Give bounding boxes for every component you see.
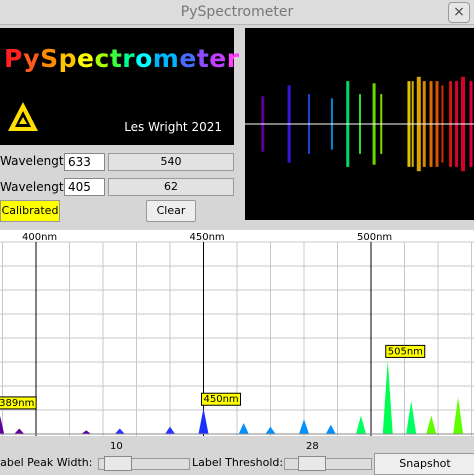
spectrum-peak [355, 415, 366, 434]
logo-title: PySpectrometer [4, 44, 240, 73]
spectrum-peak [406, 400, 417, 434]
logo-author: Les Wright 2021 [124, 120, 222, 134]
spectrum-peak [14, 428, 25, 434]
labeled-spectrum-peak [382, 360, 393, 434]
threshold-value: 28 [306, 441, 319, 452]
spectrum-peak [426, 415, 437, 434]
spectrum-graph: 400nm450nm500nm550nm600nm650nm 389nm450n… [0, 230, 474, 436]
wavelength2-input[interactable]: 405 [64, 178, 105, 196]
x-tick-label: 400nm [22, 232, 57, 243]
warning-triangle-icon [8, 102, 38, 131]
spectrum-peak [299, 419, 309, 434]
peak-label: 389nm [0, 398, 34, 409]
spectrum-peak [81, 430, 92, 434]
spectrum-peak [453, 397, 464, 434]
x-tick-label: 500nm [357, 232, 392, 243]
threshold-label: Label Threshold: [192, 456, 284, 469]
controls-bar: 10 Label Peak Width: 28 Label Threshold:… [0, 436, 474, 475]
close-button[interactable]: × [448, 2, 470, 23]
labeled-spectrum-peak [198, 408, 209, 434]
wavelength1-input[interactable]: 633 [64, 153, 105, 171]
logo-panel: PySpectrometer Les Wright 2021 [0, 28, 239, 145]
wavelength2-pixel: 62 [108, 178, 234, 196]
peak-label: 450nm [204, 394, 239, 405]
threshold-slider-handle[interactable] [298, 456, 326, 471]
spectrum-peak [265, 426, 276, 434]
peak-width-label: Label Peak Width: [0, 456, 93, 469]
spectrum-peak [114, 428, 125, 434]
spectrum-peak [165, 426, 175, 434]
spectrum-preview [245, 28, 474, 220]
calibrated-indicator: Calibrated [0, 200, 60, 222]
window-titlebar: PySpectrometer × [0, 0, 474, 25]
clear-button[interactable]: Clear [146, 200, 196, 222]
peak-width-slider-handle[interactable] [104, 456, 132, 471]
spectrum-peak [325, 424, 336, 434]
peak-label: 505nm [388, 346, 423, 357]
peak-width-value: 10 [110, 441, 123, 452]
snapshot-button[interactable]: Snapshot [374, 453, 474, 475]
spectrum-peak [238, 422, 249, 434]
x-tick-label: 450nm [190, 232, 225, 243]
window-title: PySpectrometer [180, 4, 294, 20]
wavelength1-pixel: 540 [108, 153, 234, 171]
